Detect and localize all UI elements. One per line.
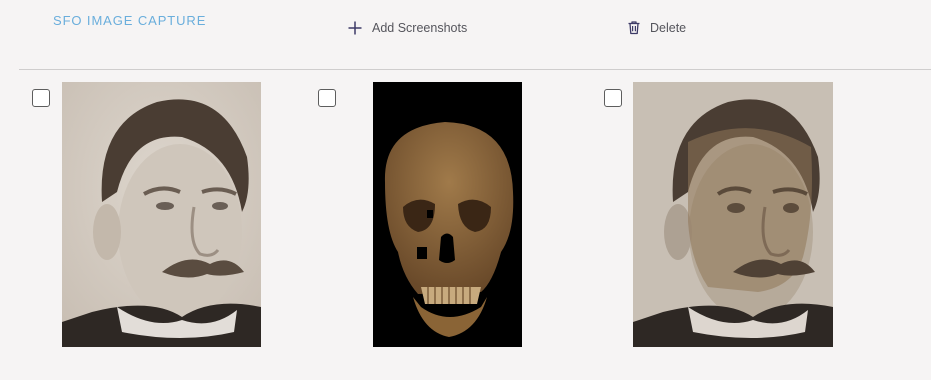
- image-thumbnail-skull[interactable]: [373, 82, 522, 347]
- trash-icon: [627, 20, 641, 35]
- add-screenshots-button[interactable]: Add Screenshots: [347, 20, 467, 36]
- delete-button[interactable]: Delete: [627, 20, 686, 35]
- delete-label: Delete: [650, 20, 687, 35]
- image-capture-app: SFO IMAGE CAPTURE Add Screenshots Delete: [0, 0, 931, 380]
- app-title: SFO IMAGE CAPTURE: [53, 13, 207, 28]
- image-thumbnail-overlay[interactable]: [633, 82, 833, 347]
- image-thumbnail-portrait[interactable]: [62, 82, 261, 347]
- add-screenshots-label: Add Screenshots: [372, 21, 468, 35]
- plus-icon: [347, 20, 363, 36]
- select-image-3-checkbox[interactable]: [604, 89, 622, 107]
- select-image-1-checkbox[interactable]: [32, 89, 50, 107]
- select-image-2-checkbox[interactable]: [318, 89, 336, 107]
- toolbar-divider: [19, 69, 931, 70]
